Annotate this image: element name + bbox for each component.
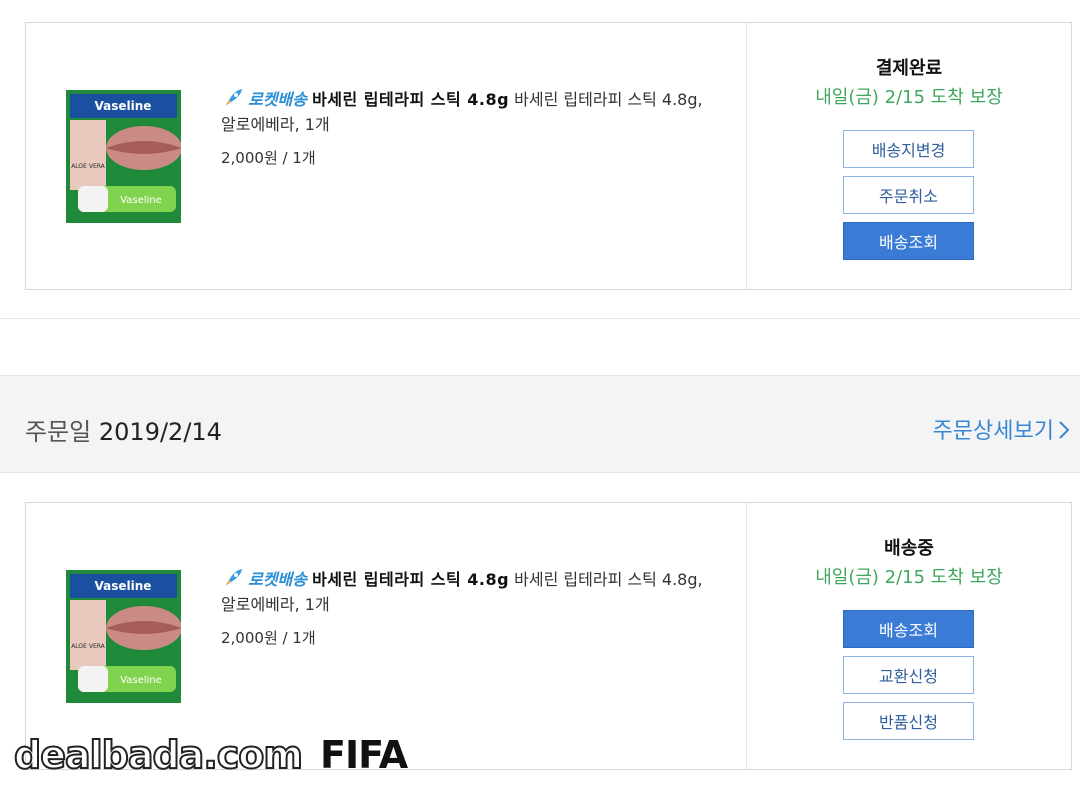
request-exchange-button[interactable]: 교환신청	[843, 656, 974, 694]
arrival-guarantee: 내일(금) 2/15 도착 보장	[815, 87, 1003, 108]
watermark-tag: FIFA	[320, 733, 408, 777]
arrival-guarantee: 내일(금) 2/15 도착 보장	[815, 567, 1003, 588]
cancel-order-button[interactable]: 주문취소	[843, 176, 974, 214]
order-item: Vaseline ALOE VERA Vaseline 로켓배송 바세린 립테라…	[26, 23, 747, 289]
product-price: 2,000원 / 1개	[221, 149, 316, 167]
product-title[interactable]: 로켓배송 바세린 립테라피 스틱 4.8g 바세린 립테라피 스틱 4.8g, …	[221, 567, 721, 617]
product-title[interactable]: 로켓배송 바세린 립테라피 스틱 4.8g 바세린 립테라피 스틱 4.8g, …	[221, 87, 721, 137]
chevron-right-icon	[1059, 421, 1070, 439]
divider	[0, 318, 1080, 319]
watermark: dealbada.com FIFA	[13, 732, 408, 778]
order-item: Vaseline ALOE VERA Vaseline 로켓배송 바세린 립테라…	[26, 503, 747, 769]
rocket-delivery-label: 로켓배송	[248, 570, 307, 589]
product-brand-text: Vaseline	[95, 579, 152, 593]
status-panel: 배송중 내일(금) 2/15 도착 보장 배송조회 교환신청 반품신청	[747, 503, 1071, 769]
order-card: Vaseline ALOE VERA Vaseline 로켓배송 바세린 립테라…	[25, 502, 1072, 770]
order-card: Vaseline ALOE VERA Vaseline 로켓배송 바세린 립테라…	[25, 22, 1072, 290]
product-variant-text: ALOE VERA	[71, 163, 105, 170]
product-name[interactable]: 바세린 립테라피 스틱 4.8g	[312, 570, 509, 589]
order-date: 주문일 2019/2/14	[25, 412, 222, 447]
product-stick-brand: Vaseline	[120, 675, 162, 686]
order-date-label: 주문일	[25, 418, 92, 446]
product-brand-text: Vaseline	[95, 99, 152, 113]
item-info: 로켓배송 바세린 립테라피 스틱 4.8g 바세린 립테라피 스틱 4.8g, …	[221, 567, 721, 648]
change-address-button[interactable]: 배송지변경	[843, 130, 974, 168]
item-info: 로켓배송 바세린 립테라피 스틱 4.8g 바세린 립테라피 스틱 4.8g, …	[221, 87, 721, 168]
order-detail-label: 주문상세보기	[932, 419, 1054, 444]
order-status: 배송중	[884, 538, 934, 559]
rocket-delivery-label: 로켓배송	[248, 90, 307, 109]
track-delivery-button[interactable]: 배송조회	[843, 222, 974, 260]
order-date-value: 2019/2/14	[98, 418, 222, 446]
order-status: 결제완료	[875, 58, 943, 79]
product-variant-text: ALOE VERA	[71, 643, 105, 650]
order-detail-link[interactable]: 주문상세보기	[933, 413, 1070, 445]
product-stick-brand: Vaseline	[120, 195, 162, 206]
watermark-site: dealbada.com	[13, 732, 304, 778]
product-thumbnail[interactable]: Vaseline ALOE VERA Vaseline	[66, 570, 181, 703]
product-name[interactable]: 바세린 립테라피 스틱 4.8g	[312, 90, 509, 109]
track-delivery-button[interactable]: 배송조회	[843, 610, 974, 648]
product-price: 2,000원 / 1개	[221, 629, 316, 647]
order-list-page: Vaseline ALOE VERA Vaseline 로켓배송 바세린 립테라…	[0, 0, 1080, 785]
order-header: 주문일 2019/2/14 주문상세보기	[0, 375, 1080, 473]
status-panel: 결제완료 내일(금) 2/15 도착 보장 배송지변경 주문취소 배송조회	[747, 23, 1071, 289]
rocket-icon	[225, 569, 242, 586]
product-thumbnail[interactable]: Vaseline ALOE VERA Vaseline	[66, 90, 181, 223]
request-return-button[interactable]: 반품신청	[843, 702, 974, 740]
rocket-icon	[225, 89, 242, 106]
